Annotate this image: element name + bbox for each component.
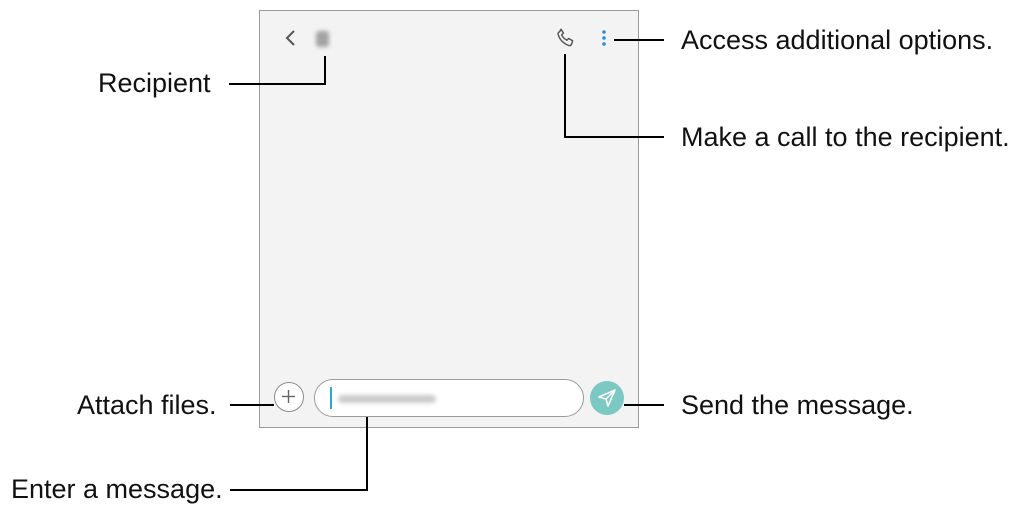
callout-send: Send the message.	[681, 390, 914, 420]
messaging-screen	[259, 10, 639, 428]
leader-line	[230, 404, 274, 406]
plus-icon	[282, 390, 295, 403]
phone-icon[interactable]	[555, 27, 577, 49]
leader-line	[230, 489, 368, 491]
recipient-name[interactable]	[316, 31, 329, 47]
leader-line	[624, 404, 664, 406]
callout-options: Access additional options.	[681, 25, 994, 55]
leader-line	[229, 83, 326, 85]
leader-line	[366, 417, 368, 491]
leader-line	[564, 54, 566, 138]
more-vertical-icon[interactable]	[600, 28, 608, 50]
callout-attach: Attach files.	[77, 390, 217, 420]
chevron-left-icon[interactable]	[283, 28, 299, 48]
send-icon	[598, 389, 616, 407]
leader-line	[324, 56, 326, 85]
message-placeholder	[338, 395, 436, 403]
attach-button[interactable]	[274, 382, 304, 412]
leader-line	[614, 39, 664, 41]
leader-line	[564, 136, 664, 138]
callout-enter-message: Enter a message.	[11, 474, 223, 504]
callout-call: Make a call to the recipient.	[681, 122, 1010, 152]
text-cursor	[330, 387, 332, 409]
callout-recipient: Recipient	[98, 68, 211, 98]
send-button[interactable]	[590, 381, 624, 415]
